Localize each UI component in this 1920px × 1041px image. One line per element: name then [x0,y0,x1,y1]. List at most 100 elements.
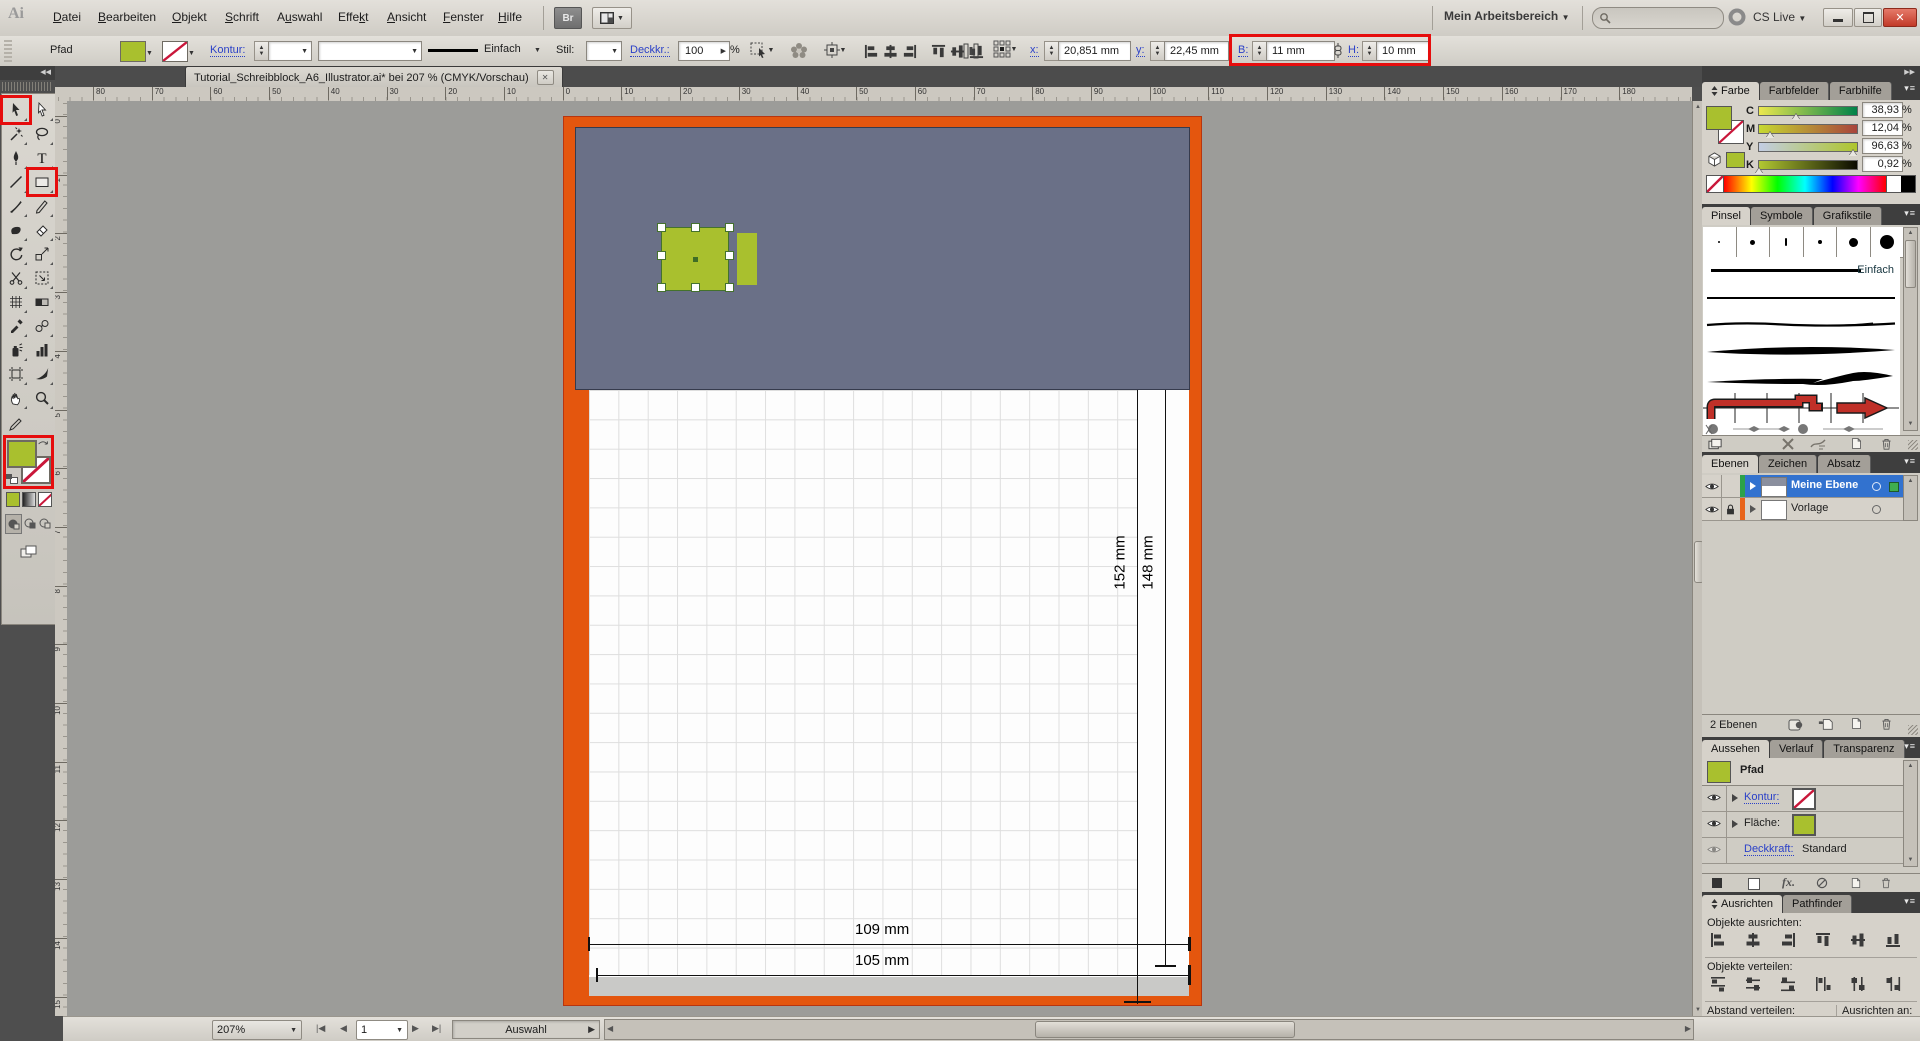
make-clipping-mask-icon[interactable] [1788,718,1804,732]
tab-verlauf[interactable]: Verlauf [1770,740,1823,758]
tab-farbfelder[interactable]: Farbfelder [1760,82,1829,100]
menu-item-objekt[interactable]: Objekt [172,10,207,24]
layer-row-vorlage[interactable]: Vorlage [1702,498,1904,521]
kontur-row-label[interactable]: Kontur: [1744,791,1779,804]
duplicate-item-icon[interactable] [1850,877,1862,889]
align-left-button[interactable] [862,42,880,60]
menu-item-fenster[interactable]: Fenster [443,10,484,24]
kontur-link[interactable]: Kontur: [210,44,245,57]
color-button[interactable] [6,492,20,507]
dist-top-button[interactable] [1707,975,1729,993]
swap-fill-stroke-icon[interactable] [36,438,50,450]
selection-tool[interactable] [3,98,29,122]
dist-right-button[interactable] [1882,975,1904,993]
scroll-left-arrow[interactable]: ◀ [607,1024,613,1033]
tab-pathfinder[interactable]: Pathfinder [1783,895,1852,913]
last-page-button[interactable]: ▶| [432,1023,441,1034]
scroll-up-arrow[interactable]: ▲ [1904,228,1917,239]
channel-slider-thumb[interactable] [1755,168,1763,174]
status-tool-field[interactable]: Auswahl▶ [452,1020,600,1039]
gradient-button[interactable] [22,492,36,507]
visibility-eye-dim-icon[interactable] [1707,844,1721,855]
none-button[interactable] [38,492,52,507]
aussehen-scrollbar[interactable]: ▲▼ [1903,760,1918,867]
tab-zeichen[interactable]: Zeichen [1759,455,1817,473]
panel-menu-icon[interactable]: ▾≡ [1904,896,1916,907]
appearance-header-row[interactable]: Pfad [1702,758,1904,786]
cs-live-menu[interactable]: CS Live ▼ [1753,10,1806,24]
rectangle-tool[interactable] [29,170,55,194]
panel-menu-icon[interactable]: ▾≡ [1904,741,1916,752]
first-page-button[interactable]: |◀ [316,1023,325,1034]
stroke-weight-dropdown[interactable]: ▼ [268,41,312,61]
panel-grip[interactable] [4,40,12,62]
new-layer-icon[interactable] [1850,717,1863,730]
align-hcenter-button[interactable] [881,42,899,60]
stroke-style-dropdown[interactable]: Einfach ▼ [428,41,548,59]
farbe-fill-swatch[interactable] [1706,106,1732,130]
gradient-tool[interactable] [29,290,55,314]
close-button[interactable]: ✕ [1883,8,1917,27]
eyedropper-tool[interactable] [3,314,29,338]
brush-row-feather[interactable] [1703,365,1900,394]
visibility-eye-icon[interactable] [1707,818,1721,829]
search-input[interactable] [1592,7,1724,29]
add-effect-fx-icon[interactable]: fx. [1782,875,1795,890]
dist-bottom-button[interactable] [1777,975,1799,993]
width-profile-dropdown[interactable]: ▼ [318,41,422,61]
toolbar-fill-swatch[interactable] [7,440,37,468]
layer-visibility-toggle[interactable] [1702,475,1722,497]
delete-brush-icon[interactable] [1880,437,1893,450]
new-brush-icon[interactable] [1850,437,1863,450]
layer-target-icon[interactable] [1871,481,1882,492]
brush-row-taper[interactable] [1703,337,1900,366]
reference-point-button[interactable]: ▼ [990,40,1020,58]
align-hcenter-button[interactable] [1742,931,1764,949]
draw-inside-button[interactable] [38,514,53,532]
channel-value-field[interactable]: 0,92 [1862,156,1903,172]
fill-color-dropdown[interactable]: ▼ [146,46,153,58]
rotate-tool[interactable] [3,242,29,266]
layer-expand-triangle[interactable] [1750,505,1756,513]
panel-menu-icon[interactable]: ▾≡ [1904,456,1916,467]
selection-handle[interactable] [691,283,700,292]
align-top-button[interactable] [1812,931,1834,949]
artboard-tool[interactable] [3,362,29,386]
direct-selection-tool[interactable] [29,98,55,122]
tab-grafikstile[interactable]: Grafikstile [1814,207,1882,225]
brush-row-charcoal[interactable] [1703,311,1900,338]
align-top-button[interactable] [929,42,947,60]
zoom-level-dropdown[interactable]: 207%▼ [212,1020,302,1040]
selection-handle[interactable] [657,223,666,232]
blend-tool[interactable] [29,314,55,338]
channel-value-field[interactable]: 12,04 [1862,120,1903,136]
scale-tool[interactable] [29,242,55,266]
selection-handle[interactable] [657,283,666,292]
brush-swatch[interactable] [1703,227,1737,258]
document-tab[interactable]: Tutorial_Schreibblock_A6_Illustrator.ai*… [185,66,563,88]
channel-slider[interactable] [1758,160,1858,170]
toolbar-grip[interactable] [2,82,53,91]
eraser-tool[interactable] [29,218,55,242]
tab-ausrichten[interactable]: Ausrichten [1702,895,1782,913]
flaeche-row[interactable]: Fläche: [1702,811,1904,838]
clear-appearance-icon[interactable] [1816,877,1828,889]
layer-lock-toggle[interactable] [1721,498,1741,520]
selection-handle[interactable] [725,223,734,232]
spectrum-white-swatch[interactable] [1886,176,1901,192]
document-tab-close-button[interactable]: ✕ [537,70,554,85]
stroke-options-icon[interactable] [1810,438,1826,450]
small-green-rectangle[interactable] [737,233,757,285]
new-art-basic-icon[interactable] [1712,878,1722,888]
mesh-tool[interactable] [3,290,29,314]
recolor-artwork-icon[interactable] [790,42,808,60]
brush-swatch[interactable] [1804,227,1838,258]
clear-appearance-square-icon[interactable] [1748,878,1760,890]
remove-brush-stroke-icon[interactable] [1782,438,1794,450]
kontur-row[interactable]: Kontur: [1702,785,1904,812]
hand-tool[interactable] [3,386,29,410]
previous-page-button[interactable]: ◀ [340,1023,347,1034]
stroke-color-swatch[interactable] [162,41,188,62]
dock-collapse-button[interactable]: ▶▶ [1702,66,1920,79]
brush-swatch[interactable] [1737,227,1771,258]
